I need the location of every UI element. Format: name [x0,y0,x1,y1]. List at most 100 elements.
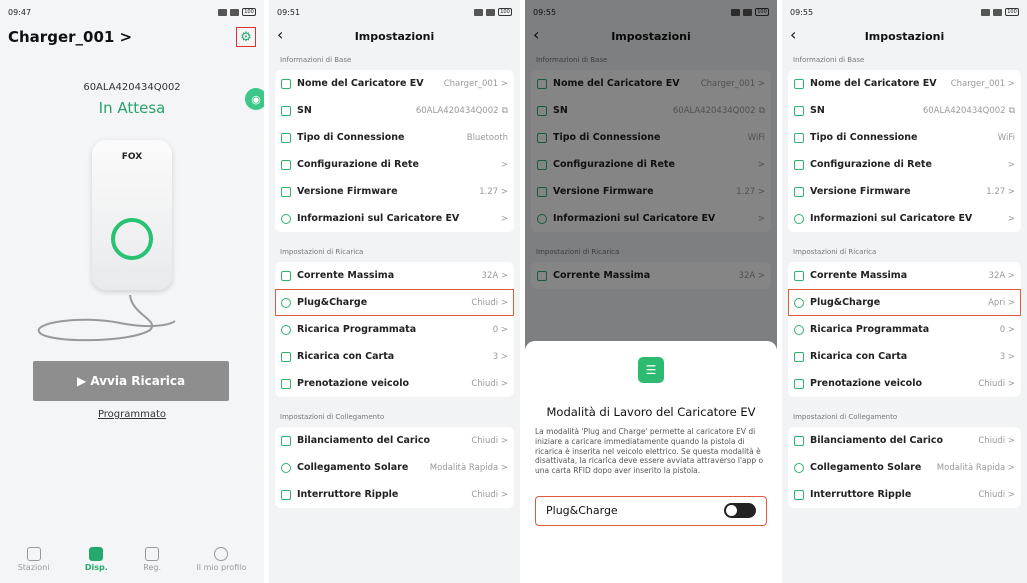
row-label: Versione Firmware [297,186,398,197]
info-icon [794,213,804,224]
row-scheduled-charge[interactable]: Ricarica Programmata 0 > [275,316,514,343]
copy-icon[interactable]: ⧉ [502,106,508,116]
row-value: 60ALA420434Q002 [415,105,499,116]
row-value: Chiudi > [471,435,508,446]
basic-card: Nome del Caricatore EV Charger_001 > SN 60… [788,70,1021,232]
row-charger-info[interactable]: Informazioni sul Caricatore EV > [788,205,1021,232]
row-network-config[interactable]: Configurazione di Rete > [788,151,1021,178]
row-card-charge[interactable]: Ricarica con Carta 3 > [275,343,514,370]
row-label: Collegamento Solare [297,462,409,473]
row-label: Plug&Charge [810,297,881,308]
row-label: Prenotazione veicolo [810,378,922,389]
wifi-icon [794,132,804,143]
clock-icon [281,324,291,335]
settings-modal-screen: 09:55 100 ‹ Impostazioni Informazioni di… [525,0,777,583]
row-firmware[interactable]: Versione Firmware 1.27 > [788,178,1021,205]
status-icons: 100 [218,8,256,16]
row-label: Nome del Caricatore EV [810,78,937,89]
current-icon [794,270,804,281]
scheduled-link[interactable]: Programmato [0,409,264,420]
row-solar-link[interactable]: Collegamento Solare Modalità Rapida > [275,454,514,481]
clock-icon [794,324,804,335]
balance-icon [281,435,291,446]
charge-card: Corrente Massima 32A > Plug&Charge Apri > … [788,262,1021,397]
row-ripple-switch[interactable]: Interruttore Ripple Chiudi > [788,481,1021,508]
row-value: 0 > [492,324,508,335]
row-label: Bilanciamento del Carico [297,435,430,446]
gear-icon[interactable]: ⚙ [236,27,256,47]
mode-icon: ☰ [638,357,664,383]
row-label: Configurazione di Rete [297,159,419,170]
plug-icon [794,297,804,308]
row-sn[interactable]: SN 60ALA420434Q002 ⧉ [275,97,514,124]
device-icon [89,547,104,561]
section-link: Impostazioni di Collegamento [280,413,385,421]
charger-title[interactable]: Charger_001 > [8,28,132,46]
row-label: Ricarica Programmata [810,324,930,335]
row-value: Chiudi > [978,435,1015,446]
row-vehicle-booking[interactable]: Prenotazione veicolo Chiudi > [788,370,1021,397]
row-label: Versione Firmware [810,186,911,197]
row-value: > [1007,213,1015,224]
back-icon[interactable]: ‹ [277,25,283,44]
status-icons: 100 [474,8,512,16]
row-ripple-switch[interactable]: Interruttore Ripple Chiudi > [275,481,514,508]
row-value: 3 > [492,351,508,362]
row-value: Charger_001 > [443,78,508,89]
row-value: 0 > [999,324,1015,335]
row-charger-name[interactable]: Nome del Caricatore EV Charger_001 > [275,70,514,97]
row-label: Ricarica con Carta [810,351,908,362]
row-charger-info[interactable]: Informazioni sul Caricatore EV > [275,205,514,232]
charger-ring [111,218,153,260]
row-value: Chiudi > [978,378,1015,389]
switch-icon [281,489,291,500]
modal-title: Modalità di Lavoro del Caricatore EV [546,405,756,419]
record-icon [145,547,160,561]
sun-icon [281,462,291,473]
copy-icon[interactable]: ⧉ [1009,106,1015,116]
row-load-balancing[interactable]: Bilanciamento del Carico Chiudi > [275,427,514,454]
balance-icon [794,435,804,446]
row-charger-name[interactable]: Nome del Caricatore EV Charger_001 > [788,70,1021,97]
start-charging-button[interactable]: ▶ Avvia Ricarica [33,361,229,401]
row-max-current[interactable]: Corrente Massima 32A > [788,262,1021,289]
back-icon[interactable]: ‹ [790,25,796,44]
row-plug-charge[interactable]: Plug&Charge Apri > [788,289,1021,316]
row-card-charge[interactable]: Ricarica con Carta 3 > [788,343,1021,370]
row-label: Interruttore Ripple [810,489,912,500]
device-header: Charger_001 > ⚙ [0,24,264,50]
row-value: > [1007,159,1015,170]
row-connection-type: Tipo di Connessione WiFi [788,124,1021,151]
row-label: Collegamento Solare [810,462,922,473]
row-label: Nome del Caricatore EV [297,78,424,89]
row-solar-link[interactable]: Collegamento Solare Modalità Rapida > [788,454,1021,481]
tab-records[interactable]: Reg. [143,547,161,572]
profile-icon [214,547,229,561]
row-vehicle-booking[interactable]: Prenotazione veicolo Chiudi > [275,370,514,397]
row-network-config[interactable]: Configurazione di Rete > [275,151,514,178]
row-scheduled-charge[interactable]: Ricarica Programmata 0 > [788,316,1021,343]
tab-stations[interactable]: Stazioni [18,547,49,572]
row-plug-charge[interactable]: Plug&Charge Chiudi > [275,289,514,316]
row-max-current[interactable]: Corrente Massima 32A > [275,262,514,289]
section-charge: Impostazioni di Ricarica [280,248,364,256]
section-basic: Informazioni di Base [280,56,352,64]
tab-devices[interactable]: Disp. [85,547,108,572]
row-value: 32A > [481,270,508,281]
bluetooth-icon [281,132,291,143]
plug-charge-toggle[interactable] [724,503,756,519]
row-load-balancing[interactable]: Bilanciamento del Carico Chiudi > [788,427,1021,454]
toggle-label: Plug&Charge [546,504,618,518]
link-card: Bilanciamento del Carico Chiudi > Collega… [275,427,514,508]
tab-profile[interactable]: Il mio profilo [196,547,246,572]
row-firmware[interactable]: Versione Firmware 1.27 > [275,178,514,205]
status-time: 09:55 [790,7,814,17]
row-sn[interactable]: SN 60ALA420434Q002 ⧉ [788,97,1021,124]
vehicle-icon [794,378,804,389]
station-icon [26,547,41,561]
row-label: Tipo di Connessione [810,132,918,143]
status-time: 09:47 [8,7,32,17]
device-screen: 09:47 100 Charger_001 > ⚙ 60ALA420434Q00… [0,0,264,583]
status-bar: 09:55 100 [782,0,1027,24]
status-bar: 09:51 100 [269,0,520,24]
